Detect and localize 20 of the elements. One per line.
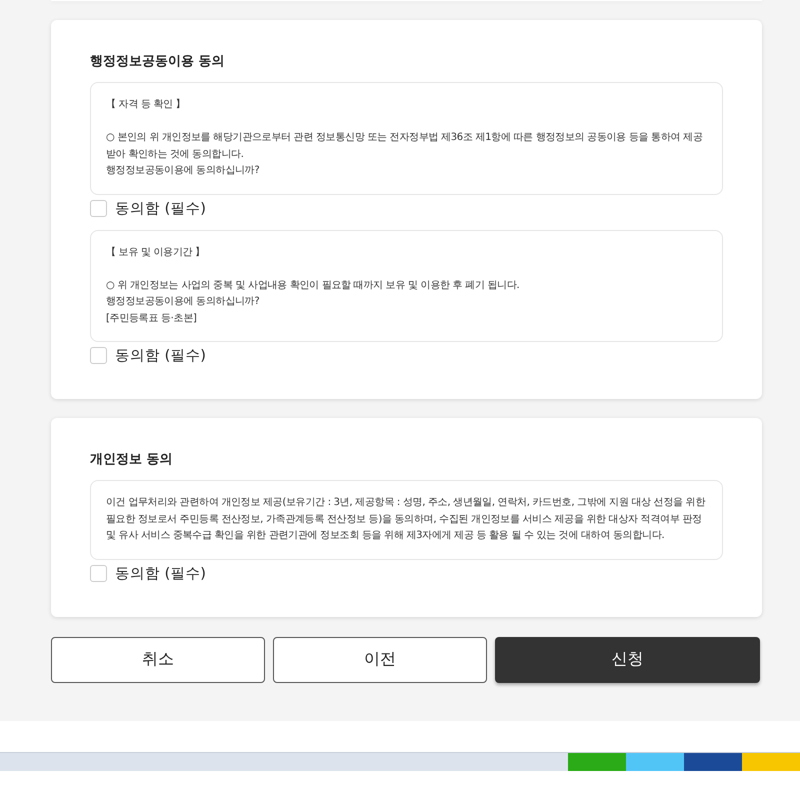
action-button[interactable]: 이전	[273, 636, 487, 682]
terms-heading: 【 자격 등 확인 】	[106, 98, 186, 112]
terms-text: 행정정보공동이용에 동의하십니까?	[106, 164, 260, 178]
share-button[interactable]	[684, 752, 742, 770]
terms-text: ○ 본인의 위 개인정보를 해당기관으로부터 관련 정보통신망 또는 전자정부법 제36조 제1항에 따른 행정정보의 공동이용 등을 통하여 제공받아 확인하는 것에 동의합니다.	[106, 131, 704, 162]
terms-text: [주민등록표 등·초본]	[106, 312, 198, 326]
checkbox-label[interactable]: 동의함 (필수)	[115, 564, 206, 582]
checkbox-label[interactable]: 동의함 (필수)	[115, 198, 206, 218]
checkbox[interactable]	[90, 347, 107, 364]
submit-button[interactable]: 신청	[495, 636, 760, 682]
action-button[interactable]: 취소	[51, 636, 265, 682]
section-title: 개인정보 동의	[90, 451, 174, 468]
section-title: 행정정보공동이용 동의	[90, 53, 226, 70]
checkbox[interactable]	[90, 564, 107, 582]
terms-text: ○ 위 개인정보는 사업의 중복 및 사업내용 확인이 필요할 때까지 보유 및 이용한 후 폐기 됩니다.	[106, 278, 520, 292]
checkbox[interactable]	[90, 200, 107, 216]
terms-text: 행정정보공동이용에 동의하십니까?	[106, 295, 260, 309]
checkbox-label[interactable]: 동의함 (필수)	[115, 346, 206, 365]
terms-heading: 【 보유 및 이용기간 】	[106, 246, 206, 260]
terms-text: 이건 업무처리와 관련하여 개인정보 제공(보유기간 : 3년, 제공항목 : 성명, 주소, 생년월일, 연락처, 카드번호, 그밖에 지원 대상 선정을 위한 필요한 정보로서 주민등록 전산정보, 가족관계등록 전산정보 등)을 동의하며, 수집된 개인정보를 서비스 제공을 위한 대상자 적격여부 판정 및 유사 서비스 중복수급 확인을 위한 관련기관에 정보조회 등을 위해 제3자에게 제공 등 활용 될 수 있는 것에 대하여 동의합니다.	[106, 496, 706, 543]
